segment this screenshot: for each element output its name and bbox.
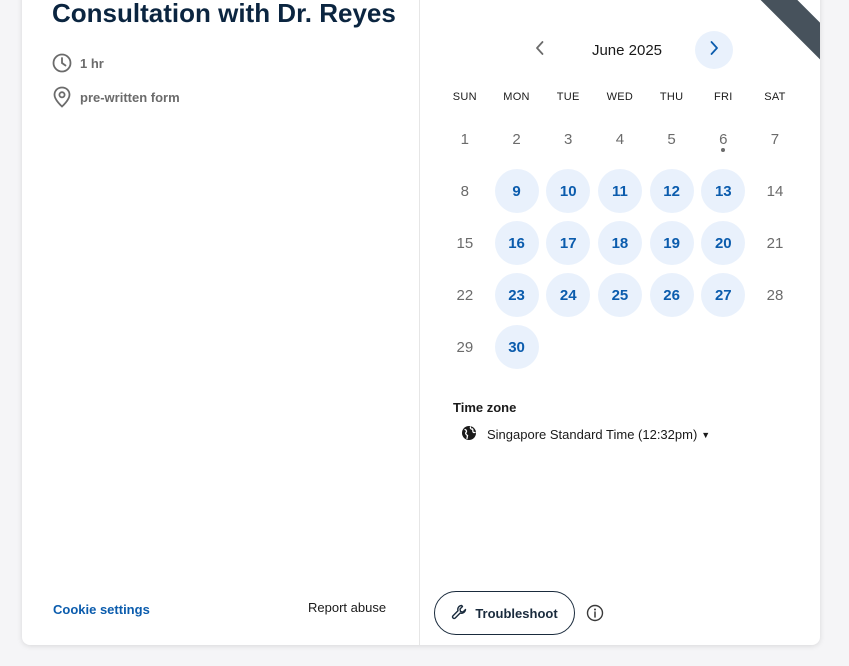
calendar-day-available[interactable]: 24 <box>546 273 591 317</box>
event-details-panel: Consultation with Dr. Reyes 1 hr pre-wri… <box>22 0 420 645</box>
calendar-day-unavailable: 8 <box>460 182 470 200</box>
calendar-day-unavailable: 5 <box>667 130 676 148</box>
calendar-day-available[interactable]: 26 <box>649 273 694 317</box>
calendar-day-available[interactable]: 17 <box>546 221 591 265</box>
calendar-day-unavailable: 15 <box>456 234 474 252</box>
calendar-day-available[interactable]: 16 <box>494 221 539 265</box>
calendar-day-unavailable: 7 <box>770 130 780 148</box>
duration-row: 1 hr <box>52 53 104 73</box>
calendar-day-cell: 7 <box>749 113 801 165</box>
wrench-icon <box>451 604 467 623</box>
next-month-button[interactable] <box>694 31 733 69</box>
troubleshoot-label: Troubleshoot <box>475 605 558 621</box>
weekday-label: THU <box>659 91 684 103</box>
location-text: pre-written form <box>80 89 180 105</box>
info-icon[interactable] <box>586 604 604 622</box>
weekday-label: MON <box>503 91 530 103</box>
calendar-day-cell: 26 <box>646 269 698 321</box>
calendar-day-cell: 11 <box>594 165 646 217</box>
calendar-day-cell: 17 <box>542 217 594 269</box>
calendar-day-cell: 12 <box>646 165 698 217</box>
calendar-day-cell: 25 <box>594 269 646 321</box>
previous-month-button[interactable] <box>521 31 559 69</box>
calendar-day-unavailable: 14 <box>766 182 784 200</box>
calendar-day-cell: 18 <box>594 217 646 269</box>
calendar-day-available[interactable]: 12 <box>649 169 694 213</box>
calendar-day-available[interactable]: 11 <box>597 169 642 213</box>
calendar-day-available[interactable]: 13 <box>701 169 746 213</box>
weekday-label: FRI <box>713 91 733 103</box>
calendar-day-available[interactable]: 25 <box>597 273 642 317</box>
chevron-right-icon <box>708 40 720 61</box>
calendar-grid: 1 2 3 4 5 6 7 8 9 10 11 12 13 14 15 16 17 18 19 20 21 22 23 24 2… <box>439 113 801 373</box>
calendar-day-cell: 8 <box>439 165 491 217</box>
event-title: Consultation with Dr. Reyes <box>52 0 396 28</box>
calendar-day-cell: 27 <box>697 269 749 321</box>
calendar-day-cell: 1 <box>439 113 491 165</box>
calendar-day-cell: 30 <box>491 321 543 373</box>
weekday-header: SUN MON TUE WED THU FRI SAT <box>439 91 801 103</box>
calendar-day-unavailable: 2 <box>512 130 521 148</box>
calendar-day-cell: 22 <box>439 269 491 321</box>
weekday-label: SUN <box>452 91 477 103</box>
caret-down-icon: ▼ <box>701 429 711 440</box>
calendar-day-available[interactable]: 18 <box>597 221 642 265</box>
calendar-day-unavailable: 22 <box>456 286 474 304</box>
calendar-day-cell: 5 <box>646 113 698 165</box>
month-navigation: June 2025 <box>521 30 733 70</box>
calendar-day-unavailable: 6 <box>719 130 728 148</box>
calendar-day-cell: 23 <box>491 269 543 321</box>
chevron-left-icon <box>534 40 546 61</box>
calendar-day-cell: 20 <box>697 217 749 269</box>
calendar-day-cell: 29 <box>439 321 491 373</box>
calendar-day-cell: 10 <box>542 165 594 217</box>
calendar-day-cell: 19 <box>646 217 698 269</box>
calendar-day-cell: 13 <box>697 165 749 217</box>
calendar-day-unavailable: 1 <box>460 130 470 148</box>
calendar-day-available[interactable]: 20 <box>701 221 746 265</box>
calendar-day-cell: 21 <box>749 217 801 269</box>
timezone-select[interactable]: Singapore Standard Time (12:32pm) ▼ <box>461 425 710 444</box>
calendar-day-available[interactable]: 30 <box>494 325 539 369</box>
weekday-label: WED <box>606 91 634 103</box>
weekday-label: SAT <box>764 91 786 103</box>
calendar-day-cell: 6 <box>697 113 749 165</box>
calendar-day-cell: 15 <box>439 217 491 269</box>
calendar-day-cell: 16 <box>491 217 543 269</box>
calendar-day-available[interactable]: 27 <box>701 273 746 317</box>
timezone-label: Time zone <box>453 400 517 415</box>
month-label: June 2025 <box>591 41 663 59</box>
clock-icon <box>52 53 72 73</box>
calendar-panel: June 2025 SUN MON TUE WED THU FRI SAT 12… <box>421 0 820 645</box>
location-pin-icon <box>52 86 72 108</box>
timezone-value: Singapore Standard Time (12:32pm) <box>487 427 698 442</box>
calendar-day-cell: 24 <box>542 269 594 321</box>
weekday-label: TUE <box>556 91 580 103</box>
calendar-day-cell: 2 <box>491 113 543 165</box>
globe-icon <box>461 425 477 444</box>
calendar-day-cell: 3 <box>542 113 594 165</box>
calendar-day-cell: 9 <box>491 165 543 217</box>
calendar-day-available[interactable]: 19 <box>649 221 694 265</box>
calendar-day-unavailable: 29 <box>456 338 474 356</box>
calendar-day-cell: 4 <box>594 113 646 165</box>
booking-card: Consultation with Dr. Reyes 1 hr pre-wri… <box>22 0 820 645</box>
calendar-day-unavailable: 4 <box>615 130 625 148</box>
calendar-day-available[interactable]: 9 <box>494 169 539 213</box>
corner-ribbon <box>750 0 820 60</box>
calendar-day-unavailable: 28 <box>766 286 784 304</box>
calendar-day-unavailable: 21 <box>766 234 784 252</box>
duration-text: 1 hr <box>80 55 104 71</box>
calendar-day-available[interactable]: 10 <box>546 169 591 213</box>
report-abuse-link[interactable]: Report abuse <box>308 600 386 615</box>
troubleshoot-button[interactable]: Troubleshoot <box>434 591 575 635</box>
calendar-day-cell: 28 <box>749 269 801 321</box>
location-row: pre-written form <box>52 86 180 108</box>
calendar-day-available[interactable]: 23 <box>494 273 539 317</box>
calendar-day-cell: 14 <box>749 165 801 217</box>
calendar-day-unavailable: 3 <box>564 130 573 148</box>
cookie-settings-link[interactable]: Cookie settings <box>53 602 150 617</box>
